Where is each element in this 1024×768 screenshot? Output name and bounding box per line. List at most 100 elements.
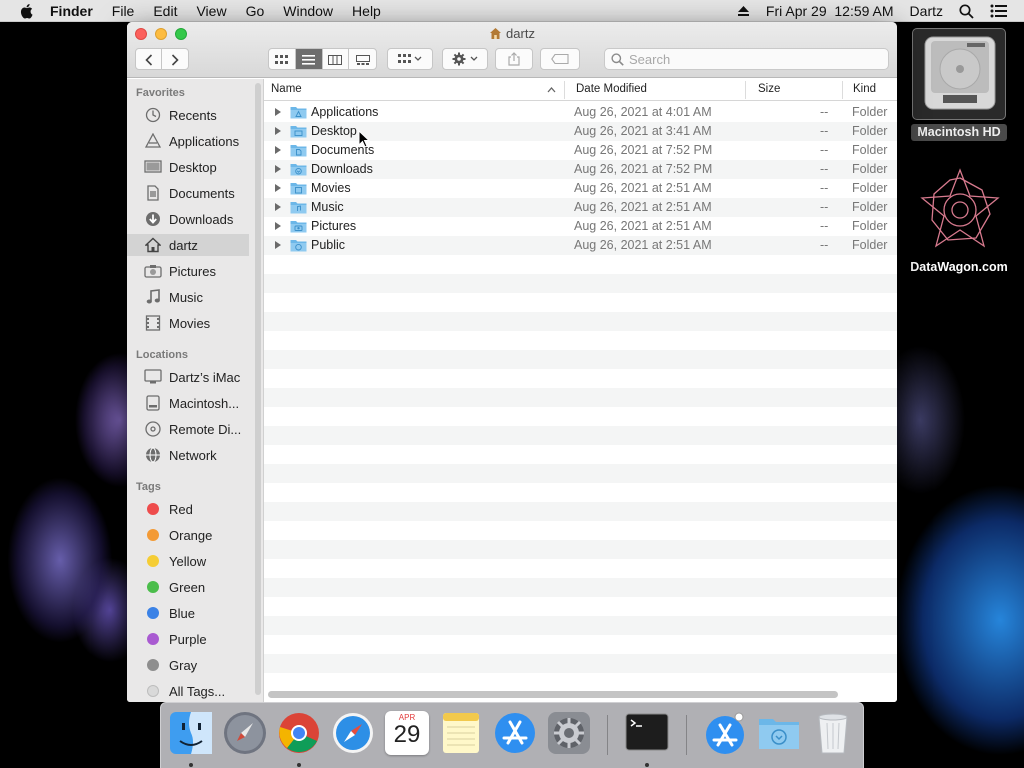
disclosure-triangle-icon[interactable]	[275, 165, 281, 173]
red-dot-icon	[147, 503, 159, 515]
datawagon-label[interactable]: DataWagon.com	[900, 260, 1018, 274]
chrome-icon[interactable]	[277, 711, 321, 755]
datawagon-logo-icon[interactable]	[920, 168, 1000, 250]
spotlight-search-icon[interactable]	[959, 3, 974, 19]
sidebar-tag-blue[interactable]: Blue	[127, 602, 249, 624]
sidebar-tag-green[interactable]: Green	[127, 576, 249, 598]
sidebar-tag-gray[interactable]: Gray	[127, 654, 249, 676]
sidebar-item-applications[interactable]: Applications	[127, 130, 249, 152]
table-row[interactable]: Music Aug 26, 2021 at 2:51 AM -- Folder	[264, 198, 897, 217]
title-bar[interactable]: dartz	[127, 22, 897, 78]
sidebar-scrollbar[interactable]	[255, 83, 261, 695]
menu-file[interactable]: File	[112, 3, 135, 19]
search-field[interactable]	[604, 48, 889, 70]
notes-icon[interactable]	[439, 711, 483, 755]
table-row[interactable]: Movies Aug 26, 2021 at 2:51 AM -- Folder	[264, 179, 897, 198]
network-icon	[144, 447, 162, 463]
sidebar-tag-yellow[interactable]: Yellow	[127, 550, 249, 572]
disclosure-triangle-icon[interactable]	[275, 184, 281, 192]
calendar-icon[interactable]: APR 29	[385, 711, 429, 755]
sort-ascending-chevron-icon[interactable]	[547, 87, 556, 93]
disclosure-triangle-icon[interactable]	[275, 108, 281, 116]
search-input[interactable]	[629, 51, 869, 67]
sidebar-item-downloads[interactable]: Downloads	[127, 208, 249, 230]
terminal-icon[interactable]	[625, 711, 669, 755]
gear-icon	[452, 52, 478, 66]
table-row[interactable]: Downloads Aug 26, 2021 at 7:52 PM -- Fol…	[264, 160, 897, 179]
group-by-button[interactable]	[387, 48, 433, 70]
sidebar-tag-purple[interactable]: Purple	[127, 628, 249, 650]
menu-view[interactable]: View	[196, 3, 226, 19]
safari-icon[interactable]	[331, 711, 375, 755]
menu-app-name[interactable]: Finder	[50, 3, 93, 19]
sidebar-tag-red[interactable]: Red	[127, 498, 249, 520]
sidebar-item-macintosh-hd[interactable]: Macintosh...	[127, 392, 249, 414]
column-view-button[interactable]	[323, 49, 350, 69]
sidebar-item-pictures[interactable]: Pictures	[127, 260, 249, 282]
sidebar-item-remote-disc[interactable]: Remote Di...	[127, 418, 249, 440]
macintosh-hd-desktop-icon[interactable]	[912, 28, 1006, 120]
back-button[interactable]	[136, 49, 163, 69]
app-store-icon[interactable]	[493, 711, 537, 755]
forward-button[interactable]	[162, 49, 188, 69]
launchpad-icon[interactable]	[223, 711, 267, 755]
macintosh-hd-label[interactable]: Macintosh HD	[911, 124, 1007, 141]
empty-row	[264, 255, 897, 274]
table-row[interactable]: Public Aug 26, 2021 at 2:51 AM -- Folder	[264, 236, 897, 255]
system-preferences-icon[interactable]	[547, 711, 591, 755]
disclosure-triangle-icon[interactable]	[275, 146, 281, 154]
column-header-kind[interactable]: Kind	[853, 83, 876, 95]
notification-center-icon[interactable]	[990, 4, 1008, 18]
sidebar-tag-orange[interactable]: Orange	[127, 524, 249, 546]
empty-row	[264, 369, 897, 388]
sidebar-item-network[interactable]: Network	[127, 444, 249, 466]
menu-clock[interactable]: Fri Apr 29 12:59 AM	[766, 3, 894, 19]
disclosure-triangle-icon[interactable]	[275, 222, 281, 230]
sidebar-item-label: Applications	[169, 133, 240, 149]
sidebar-item-documents[interactable]: Documents	[127, 182, 249, 204]
app-store-icon[interactable]	[703, 711, 747, 755]
disclosure-triangle-icon[interactable]	[275, 241, 281, 249]
share-button[interactable]	[495, 48, 533, 70]
list-view-button[interactable]	[295, 49, 323, 69]
home-folder-icon	[490, 28, 502, 39]
column-divider[interactable]	[842, 81, 843, 99]
file-kind: Folder	[852, 105, 888, 119]
downloads-folder-icon[interactable]	[757, 711, 801, 755]
disclosure-triangle-icon[interactable]	[275, 127, 281, 135]
sidebar-tag-all-tags[interactable]: All Tags...	[127, 680, 249, 702]
disclosure-triangle-icon[interactable]	[275, 203, 281, 211]
icon-view-button[interactable]	[269, 49, 296, 69]
running-indicator	[189, 763, 193, 767]
menu-help[interactable]: Help	[352, 3, 381, 19]
column-header-size[interactable]: Size	[758, 83, 780, 95]
blue-dot-icon	[147, 607, 159, 619]
sidebar-item-imac[interactable]: Dartz’s iMac	[127, 366, 249, 388]
menu-edit[interactable]: Edit	[153, 3, 177, 19]
menu-window[interactable]: Window	[283, 3, 333, 19]
sidebar-item-dartz[interactable]: dartz	[127, 234, 249, 256]
column-divider[interactable]	[564, 81, 565, 99]
edit-tags-button[interactable]	[540, 48, 580, 70]
trash-icon[interactable]	[811, 711, 855, 755]
table-row[interactable]: Pictures Aug 26, 2021 at 2:51 AM -- Fold…	[264, 217, 897, 236]
column-header-date-modified[interactable]: Date Modified	[576, 83, 647, 95]
gallery-view-button[interactable]	[349, 49, 376, 69]
horizontal-scrollbar[interactable]	[268, 691, 838, 698]
sidebar-item-recents[interactable]: Recents	[127, 104, 249, 126]
menu-go[interactable]: Go	[246, 3, 265, 19]
documents-folder-icon	[290, 145, 307, 157]
column-divider[interactable]	[745, 81, 746, 99]
sidebar-item-music[interactable]: Music	[127, 286, 249, 308]
column-header-name[interactable]: Name	[271, 83, 302, 95]
sidebar-item-desktop[interactable]: Desktop	[127, 156, 249, 178]
eject-icon[interactable]	[737, 5, 750, 17]
menu-user[interactable]: Dartz	[910, 3, 943, 19]
action-menu-button[interactable]	[442, 48, 488, 70]
file-date: Aug 26, 2021 at 4:01 AM	[574, 105, 712, 119]
sidebar-item-movies[interactable]: Movies	[127, 312, 249, 334]
finder-icon[interactable]	[169, 711, 213, 755]
table-row[interactable]: Applications Aug 26, 2021 at 4:01 AM -- …	[264, 103, 897, 122]
empty-row	[264, 464, 897, 483]
apple-menu-icon[interactable]	[18, 3, 36, 19]
